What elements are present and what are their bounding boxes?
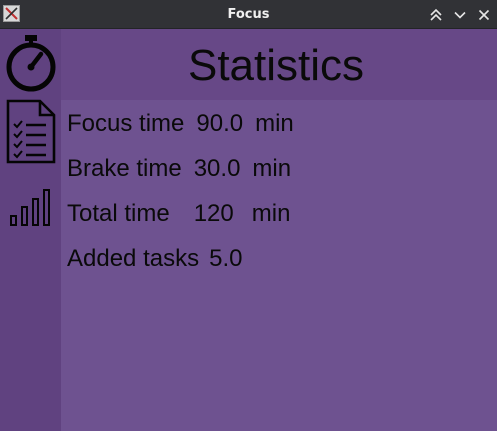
stat-unit: min — [255, 110, 294, 137]
stat-label: Total time — [67, 200, 170, 227]
nav-timer-button[interactable] — [0, 33, 61, 93]
title-bar[interactable]: Focus — [0, 0, 497, 29]
stats-panel: Focus time 90.0 min Brake time 30.0 min … — [61, 100, 497, 431]
stat-row-brake-time: Brake time 30.0 min — [67, 154, 291, 184]
keep-above-icon — [430, 8, 442, 21]
stat-unit: min — [252, 155, 292, 182]
close-icon — [478, 9, 490, 20]
checklist-icon — [6, 99, 55, 164]
stat-row-added-tasks: Added tasks 5.0 — [67, 244, 254, 274]
nav-tasks-button[interactable] — [0, 99, 61, 165]
window-title: Focus — [227, 7, 270, 22]
stat-value: 120 — [193, 200, 234, 227]
keep-above-button[interactable] — [427, 6, 445, 24]
stopwatch-icon — [6, 35, 55, 92]
stat-value: 5.0 — [209, 245, 243, 272]
stat-row-focus-time: Focus time 90.0 min — [67, 109, 294, 139]
minimize-icon — [454, 11, 466, 19]
app-window: Focus Statistics Focus time 90.0 min Bra… — [0, 0, 497, 431]
stat-label: Focus time — [67, 110, 185, 137]
stat-value: 30.0 — [193, 155, 241, 182]
stat-value: 90.0 — [196, 110, 244, 137]
stat-unit: min — [251, 200, 291, 227]
sidebar — [0, 29, 61, 431]
minimize-button[interactable] — [451, 6, 469, 24]
stat-row-total-time: Total time 120 min — [67, 199, 290, 229]
bar-chart-icon — [9, 189, 50, 226]
main-area: Statistics Focus time 90.0 min Brake tim… — [0, 29, 497, 431]
close-button[interactable] — [475, 6, 493, 24]
window-controls — [427, 0, 493, 29]
stat-label: Added tasks — [67, 245, 200, 272]
stat-label: Brake time — [67, 155, 182, 182]
nav-statistics-button[interactable] — [0, 187, 61, 227]
page-title: Statistics — [187, 41, 365, 90]
